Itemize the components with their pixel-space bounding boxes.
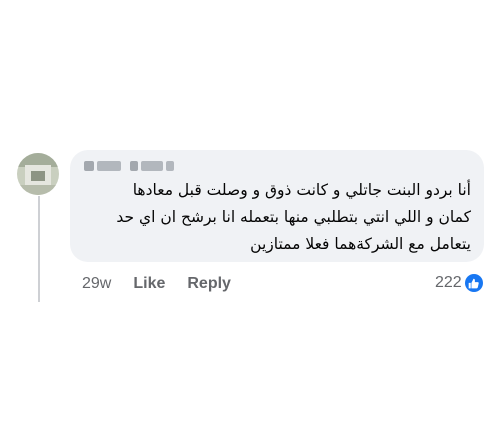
reaction-summary[interactable]: 222 bbox=[435, 271, 483, 295]
comment-actions: 29w Like Reply bbox=[82, 273, 231, 295]
reply-button[interactable]: Reply bbox=[187, 275, 231, 293]
thread-line bbox=[38, 196, 40, 302]
reaction-count: 222 bbox=[435, 274, 462, 291]
avatar[interactable] bbox=[17, 153, 59, 195]
comment-bubble: أنا بردو البنت جاتلي و كانت ذوق و وصلت ق… bbox=[70, 150, 484, 262]
comment-line: أنا بردو البنت جاتلي و كانت ذوق و وصلت ق… bbox=[132, 181, 471, 199]
like-button[interactable]: Like bbox=[133, 275, 165, 293]
comment-text: أنا بردو البنت جاتلي و كانت ذوق و وصلت ق… bbox=[77, 177, 471, 258]
timestamp[interactable]: 29w bbox=[82, 275, 111, 293]
comment-line: يتعامل مع الشركةهما فعلا ممتازين bbox=[250, 235, 471, 253]
comment-line: كمان و اللي انتي بتطلبي منها بتعمله انا … bbox=[116, 208, 471, 226]
author-name-blurred[interactable] bbox=[84, 160, 174, 172]
thumbs-up-icon bbox=[464, 274, 483, 292]
